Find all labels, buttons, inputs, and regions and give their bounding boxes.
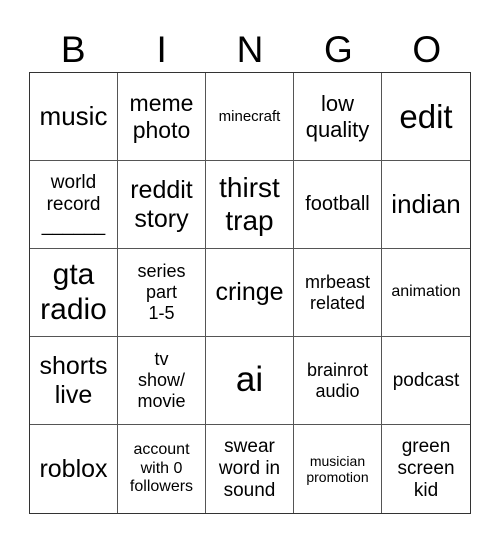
bingo-cell[interactable]: swear word in sound — [206, 425, 294, 513]
cell-label: swear word in sound — [218, 436, 281, 501]
cell-label: edit — [399, 97, 453, 135]
bingo-cell[interactable]: mrbeast related — [294, 249, 382, 337]
bingo-cell[interactable]: shorts live — [30, 337, 118, 425]
bingo-cell[interactable]: indian — [382, 161, 470, 249]
cell-label: world record ______ — [41, 171, 106, 237]
header-letter-n: N — [236, 29, 264, 70]
cell-label: roblox — [39, 454, 108, 483]
bingo-cell[interactable]: tv show/ movie — [118, 337, 206, 425]
cell-label: series part 1-5 — [137, 261, 186, 323]
bingo-grid: music meme photo minecraft low quality e… — [29, 72, 471, 514]
cell-label: gta radio — [40, 258, 107, 326]
bingo-cell[interactable]: gta radio — [30, 249, 118, 337]
header-letter-g: G — [324, 29, 353, 70]
cell-label: shorts live — [39, 351, 108, 409]
bingo-cell[interactable]: series part 1-5 — [118, 249, 206, 337]
bingo-cell[interactable]: music — [30, 73, 118, 161]
bingo-cell[interactable]: podcast — [382, 337, 470, 425]
bingo-cell[interactable]: account with 0 followers — [118, 425, 206, 513]
bingo-cell[interactable]: meme photo — [118, 73, 206, 161]
cell-label: football — [305, 193, 370, 215]
header-letter-b: B — [60, 29, 86, 70]
cell-label: mrbeast related — [304, 271, 371, 313]
cell-label: tv show/ movie — [137, 349, 186, 411]
header-letter-i: I — [156, 29, 167, 70]
cell-label: cringe — [215, 278, 284, 307]
bingo-cell[interactable]: reddit story — [118, 161, 206, 249]
bingo-header: B I N G O — [29, 30, 471, 70]
bingo-cell[interactable]: football — [294, 161, 382, 249]
bingo-cell[interactable]: thirst trap — [206, 161, 294, 249]
bingo-cell[interactable]: ai — [206, 337, 294, 425]
cell-label: reddit story — [130, 175, 193, 233]
bingo-cell[interactable]: world record ______ — [30, 161, 118, 249]
bingo-cell[interactable]: cringe — [206, 249, 294, 337]
cell-label: account with 0 followers — [129, 441, 194, 496]
cell-label: meme photo — [129, 90, 194, 143]
bingo-cell[interactable]: green screen kid — [382, 425, 470, 513]
cell-label: podcast — [392, 369, 460, 391]
bingo-cell[interactable]: low quality — [294, 73, 382, 161]
cell-label: music — [39, 100, 108, 131]
cell-label: indian — [391, 188, 461, 219]
header-letter-o: O — [412, 29, 442, 70]
cell-label: green screen kid — [397, 436, 455, 501]
cell-label: animation — [391, 283, 461, 301]
bingo-cell[interactable]: edit — [382, 73, 470, 161]
bingo-cell[interactable]: animation — [382, 249, 470, 337]
cell-label: brainrot audio — [306, 359, 369, 401]
cell-label: thirst trap — [219, 172, 280, 236]
cell-label: musician promotion — [306, 452, 369, 485]
bingo-cell[interactable]: musician promotion — [294, 425, 382, 513]
cell-label: minecraft — [218, 107, 281, 125]
bingo-cell[interactable]: brainrot audio — [294, 337, 382, 425]
bingo-cell[interactable]: minecraft — [206, 73, 294, 161]
cell-label: ai — [235, 360, 264, 400]
bingo-cell[interactable]: roblox — [30, 425, 118, 513]
cell-label: low quality — [305, 91, 370, 142]
